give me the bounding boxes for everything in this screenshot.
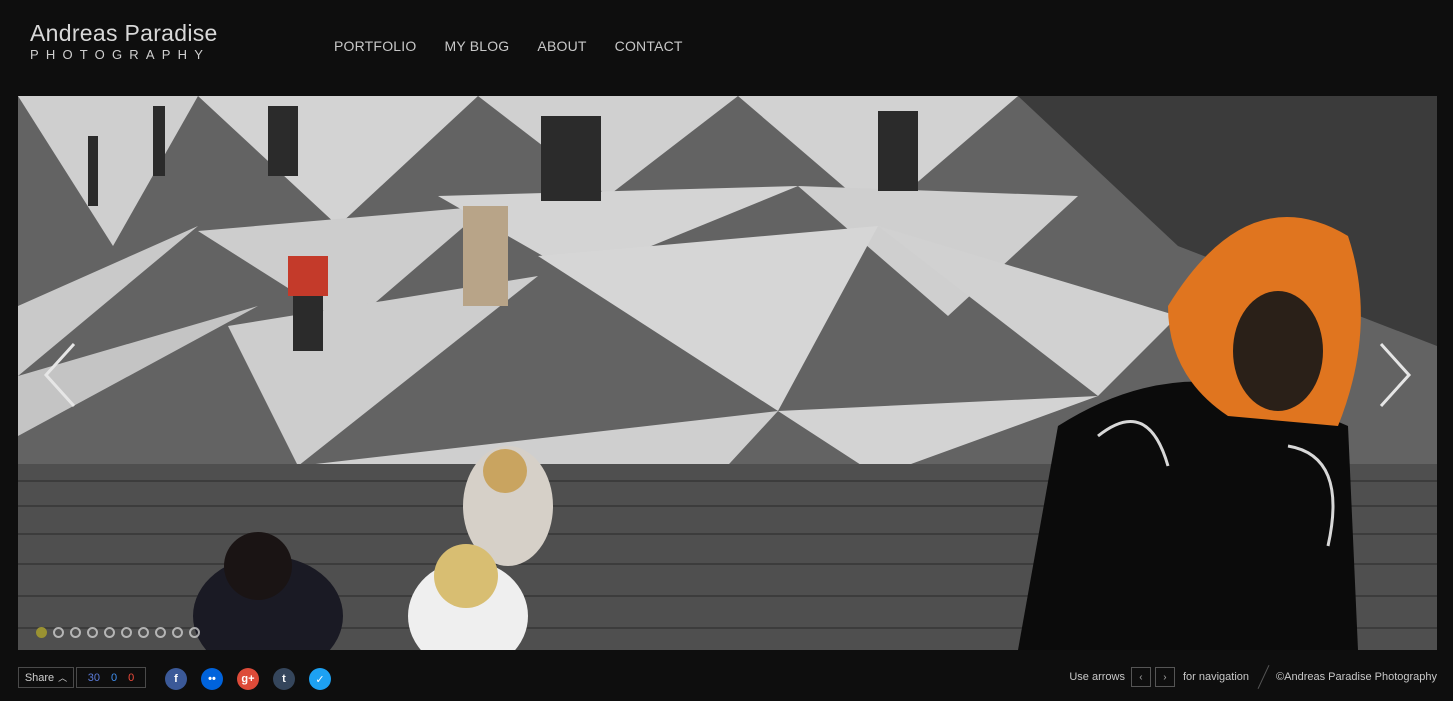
share-count-2: 0	[111, 671, 118, 684]
flickr-icon[interactable]: ••	[201, 668, 223, 690]
share-counts: 30 0 0	[76, 667, 146, 688]
slider-prev-arrow[interactable]	[40, 340, 80, 410]
chevron-left-icon	[43, 342, 76, 408]
twitter-icon[interactable]: ✓	[309, 668, 331, 690]
share-button[interactable]: Share ︿	[18, 667, 74, 688]
nav-portfolio[interactable]: PORTFOLIO	[334, 38, 416, 54]
copyright: ©Andreas Paradise Photography	[1276, 671, 1437, 683]
chevron-right-icon	[1379, 342, 1412, 408]
hero-slider	[18, 96, 1437, 650]
chevron-right-icon: ›	[1163, 671, 1167, 683]
slider-dot[interactable]	[53, 627, 64, 638]
main-nav: PORTFOLIO MY BLOG ABOUT CONTACT	[334, 38, 683, 54]
slider-dot[interactable]	[189, 627, 200, 638]
hint-pre: Use arrows	[1069, 671, 1125, 683]
slider-dot[interactable]	[155, 627, 166, 638]
slider-dot[interactable]	[70, 627, 81, 638]
share-count-3: 0	[128, 671, 135, 684]
navigation-hint: Use arrows ‹ › for navigation ©Andreas P…	[1069, 665, 1437, 689]
logo-subtitle: PHOTOGRAPHY	[30, 47, 211, 62]
google-plus-icon[interactable]: g+	[237, 668, 259, 690]
nav-about[interactable]: ABOUT	[537, 38, 586, 54]
hint-next-button[interactable]: ›	[1154, 667, 1175, 687]
logo-name: Andreas Paradise	[30, 20, 218, 46]
slider-dot[interactable]	[138, 627, 149, 638]
chevron-left-icon: ‹	[1139, 671, 1143, 683]
site-logo[interactable]: Andreas Paradise PHOTOGRAPHY	[30, 20, 218, 62]
slider-dot[interactable]	[121, 627, 132, 638]
tumblr-icon[interactable]: t	[273, 668, 295, 690]
hint-post: for navigation	[1182, 671, 1250, 683]
slider-dot[interactable]	[36, 627, 47, 638]
slider-dot[interactable]	[87, 627, 98, 638]
chevron-up-icon: ︿	[58, 673, 68, 683]
divider	[1257, 665, 1270, 689]
social-links: f •• g+ t ✓	[165, 668, 331, 690]
facebook-icon[interactable]: f	[165, 668, 187, 690]
footer-bar: Share ︿ 30 0 0 f •• g+ t ✓ Use arrows ‹ › fo…	[18, 665, 1437, 692]
nav-contact[interactable]: CONTACT	[615, 38, 683, 54]
slider-pagination	[36, 627, 200, 638]
slider-next-arrow[interactable]	[1375, 340, 1415, 410]
slider-dot[interactable]	[172, 627, 183, 638]
slider-dot[interactable]	[104, 627, 115, 638]
hint-prev-button[interactable]: ‹	[1130, 667, 1151, 687]
hero-photo	[18, 96, 1437, 650]
share-label: Share	[24, 671, 55, 684]
nav-my-blog[interactable]: MY BLOG	[444, 38, 509, 54]
share-count-1: 30	[87, 671, 100, 684]
